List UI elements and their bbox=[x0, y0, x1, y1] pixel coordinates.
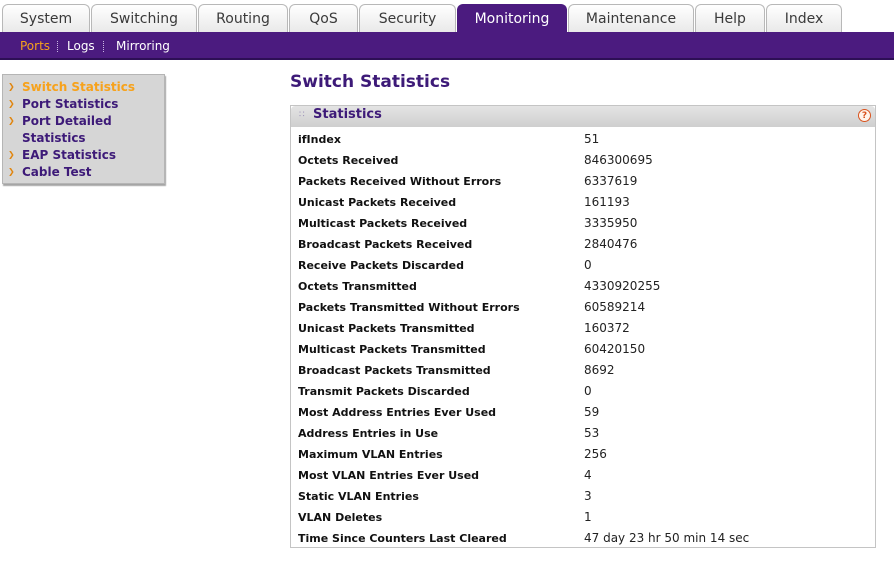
tab-monitoring[interactable]: Monitoring bbox=[457, 4, 567, 32]
tab-switching[interactable]: Switching bbox=[91, 4, 197, 32]
stat-row: Broadcast Packets Transmitted 8692 bbox=[291, 360, 875, 381]
tab-index[interactable]: Index bbox=[766, 4, 842, 32]
stat-label: Octets Transmitted bbox=[298, 280, 417, 293]
drag-grip-icon: ∷ bbox=[299, 110, 305, 120]
menu-item-label: Port Detailed bbox=[22, 114, 112, 128]
stat-row: Multicast Packets Transmitted 60420150 bbox=[291, 339, 875, 360]
subnav-separator bbox=[103, 41, 105, 52]
stat-label: Most Address Entries Ever Used bbox=[298, 406, 497, 419]
stat-label: VLAN Deletes bbox=[298, 511, 383, 524]
stat-value: 4 bbox=[584, 468, 592, 482]
stat-label: Packets Transmitted Without Errors bbox=[298, 301, 520, 314]
stat-row: Static VLAN Entries 3 bbox=[291, 486, 875, 507]
stat-value: 0 bbox=[584, 258, 592, 272]
page-title: Switch Statistics bbox=[290, 72, 451, 92]
stat-value: 1 bbox=[584, 510, 592, 524]
tab-maintenance[interactable]: Maintenance bbox=[568, 4, 694, 32]
stat-value: 256 bbox=[584, 447, 607, 461]
stat-value: 51 bbox=[584, 132, 600, 146]
menu-item-label: Switch Statistics bbox=[22, 80, 135, 94]
stat-label: Most VLAN Entries Ever Used bbox=[298, 469, 480, 482]
stat-row: Maximum VLAN Entries 256 bbox=[291, 444, 875, 465]
stat-label: Multicast Packets Transmitted bbox=[298, 343, 486, 356]
stat-row: ifIndex 51 bbox=[291, 129, 875, 150]
stat-label: ifIndex bbox=[298, 133, 341, 146]
stat-value: 47 day 23 hr 50 min 14 sec bbox=[584, 531, 750, 545]
tab-system[interactable]: System bbox=[2, 4, 90, 32]
menu-arrow-icon: ❯ bbox=[8, 150, 15, 159]
stat-value: 53 bbox=[584, 426, 600, 440]
stat-label: Broadcast Packets Transmitted bbox=[298, 364, 491, 377]
stat-label: Unicast Packets Received bbox=[298, 196, 457, 209]
menu-arrow-icon: ❯ bbox=[8, 116, 15, 125]
stat-value: 8692 bbox=[584, 363, 615, 377]
menu-item-label: Port Statistics bbox=[22, 97, 119, 111]
stat-value: 60589214 bbox=[584, 300, 646, 314]
sub-nav-bar: Ports Logs Mirroring bbox=[0, 32, 894, 60]
stat-label: Unicast Packets Transmitted bbox=[298, 322, 475, 335]
stat-row: Broadcast Packets Received 2840476 bbox=[291, 234, 875, 255]
stat-row: Receive Packets Discarded 0 bbox=[291, 255, 875, 276]
stat-label: Multicast Packets Received bbox=[298, 217, 468, 230]
stat-row: Unicast Packets Received 161193 bbox=[291, 192, 875, 213]
stat-row: Packets Transmitted Without Errors 60589… bbox=[291, 297, 875, 318]
stat-label: Octets Received bbox=[298, 154, 399, 167]
help-icon[interactable]: ? bbox=[858, 109, 871, 122]
stat-row: VLAN Deletes 1 bbox=[291, 507, 875, 528]
stat-value: 3 bbox=[584, 489, 592, 503]
stat-row: Most Address Entries Ever Used 59 bbox=[291, 402, 875, 423]
stat-value: 6337619 bbox=[584, 174, 638, 188]
subnav-separator bbox=[57, 41, 59, 52]
tab-security[interactable]: Security bbox=[359, 4, 456, 32]
stat-value: 60420150 bbox=[584, 342, 646, 356]
stat-value: 161193 bbox=[584, 195, 630, 209]
stat-value: 2840476 bbox=[584, 237, 638, 251]
subnav-mirroring[interactable]: Mirroring bbox=[116, 39, 170, 53]
stat-label: Time Since Counters Last Cleared bbox=[298, 532, 507, 545]
stat-label: Transmit Packets Discarded bbox=[298, 385, 470, 398]
menu-arrow-icon: ❯ bbox=[8, 82, 15, 91]
stat-label: Static VLAN Entries bbox=[298, 490, 419, 503]
stat-row: Packets Received Without Errors 6337619 bbox=[291, 171, 875, 192]
stat-row: Multicast Packets Received 3335950 bbox=[291, 213, 875, 234]
stat-value: 59 bbox=[584, 405, 600, 419]
tab-qos[interactable]: QoS bbox=[289, 4, 358, 32]
stat-label: Broadcast Packets Received bbox=[298, 238, 473, 251]
stat-value: 846300695 bbox=[584, 153, 653, 167]
stat-row: Octets Received 846300695 bbox=[291, 150, 875, 171]
menu-arrow-icon: ❯ bbox=[8, 167, 15, 176]
stat-row: Transmit Packets Discarded 0 bbox=[291, 381, 875, 402]
tab-help[interactable]: Help bbox=[695, 4, 765, 32]
menu-item-label: EAP Statistics bbox=[22, 148, 117, 162]
stat-row: Octets Transmitted 4330920255 bbox=[291, 276, 875, 297]
stat-value: 160372 bbox=[584, 321, 630, 335]
stat-value: 4330920255 bbox=[584, 279, 661, 293]
stat-label: Address Entries in Use bbox=[298, 427, 439, 440]
stat-row: Unicast Packets Transmitted 160372 bbox=[291, 318, 875, 339]
stat-label: Packets Received Without Errors bbox=[298, 175, 502, 188]
menu-item-label: Cable Test bbox=[22, 165, 92, 179]
stat-value: 0 bbox=[584, 384, 592, 398]
stat-row: Address Entries in Use 53 bbox=[291, 423, 875, 444]
panel-header: ∷ Statistics ? bbox=[291, 106, 875, 127]
stat-value: 3335950 bbox=[584, 216, 638, 230]
stat-row: Time Since Counters Last Cleared 47 day … bbox=[291, 528, 875, 549]
top-tab-bar: System Switching Routing QoS Security Mo… bbox=[0, 0, 894, 32]
menu-item-label: Statistics bbox=[22, 131, 86, 145]
subnav-ports[interactable]: Ports bbox=[20, 39, 50, 53]
statistics-panel: ∷ Statistics ? ifIndex 51 Octets Receive… bbox=[290, 105, 876, 548]
panel-title: Statistics bbox=[313, 107, 382, 122]
left-menu: ❯ Switch Statistics ❯ Port Statistics ❯ … bbox=[2, 74, 165, 184]
tab-routing[interactable]: Routing bbox=[198, 4, 288, 32]
menu-arrow-icon: ❯ bbox=[8, 99, 15, 108]
stat-label: Receive Packets Discarded bbox=[298, 259, 464, 272]
stat-row: Most VLAN Entries Ever Used 4 bbox=[291, 465, 875, 486]
stat-label: Maximum VLAN Entries bbox=[298, 448, 443, 461]
subnav-logs[interactable]: Logs bbox=[67, 39, 95, 53]
